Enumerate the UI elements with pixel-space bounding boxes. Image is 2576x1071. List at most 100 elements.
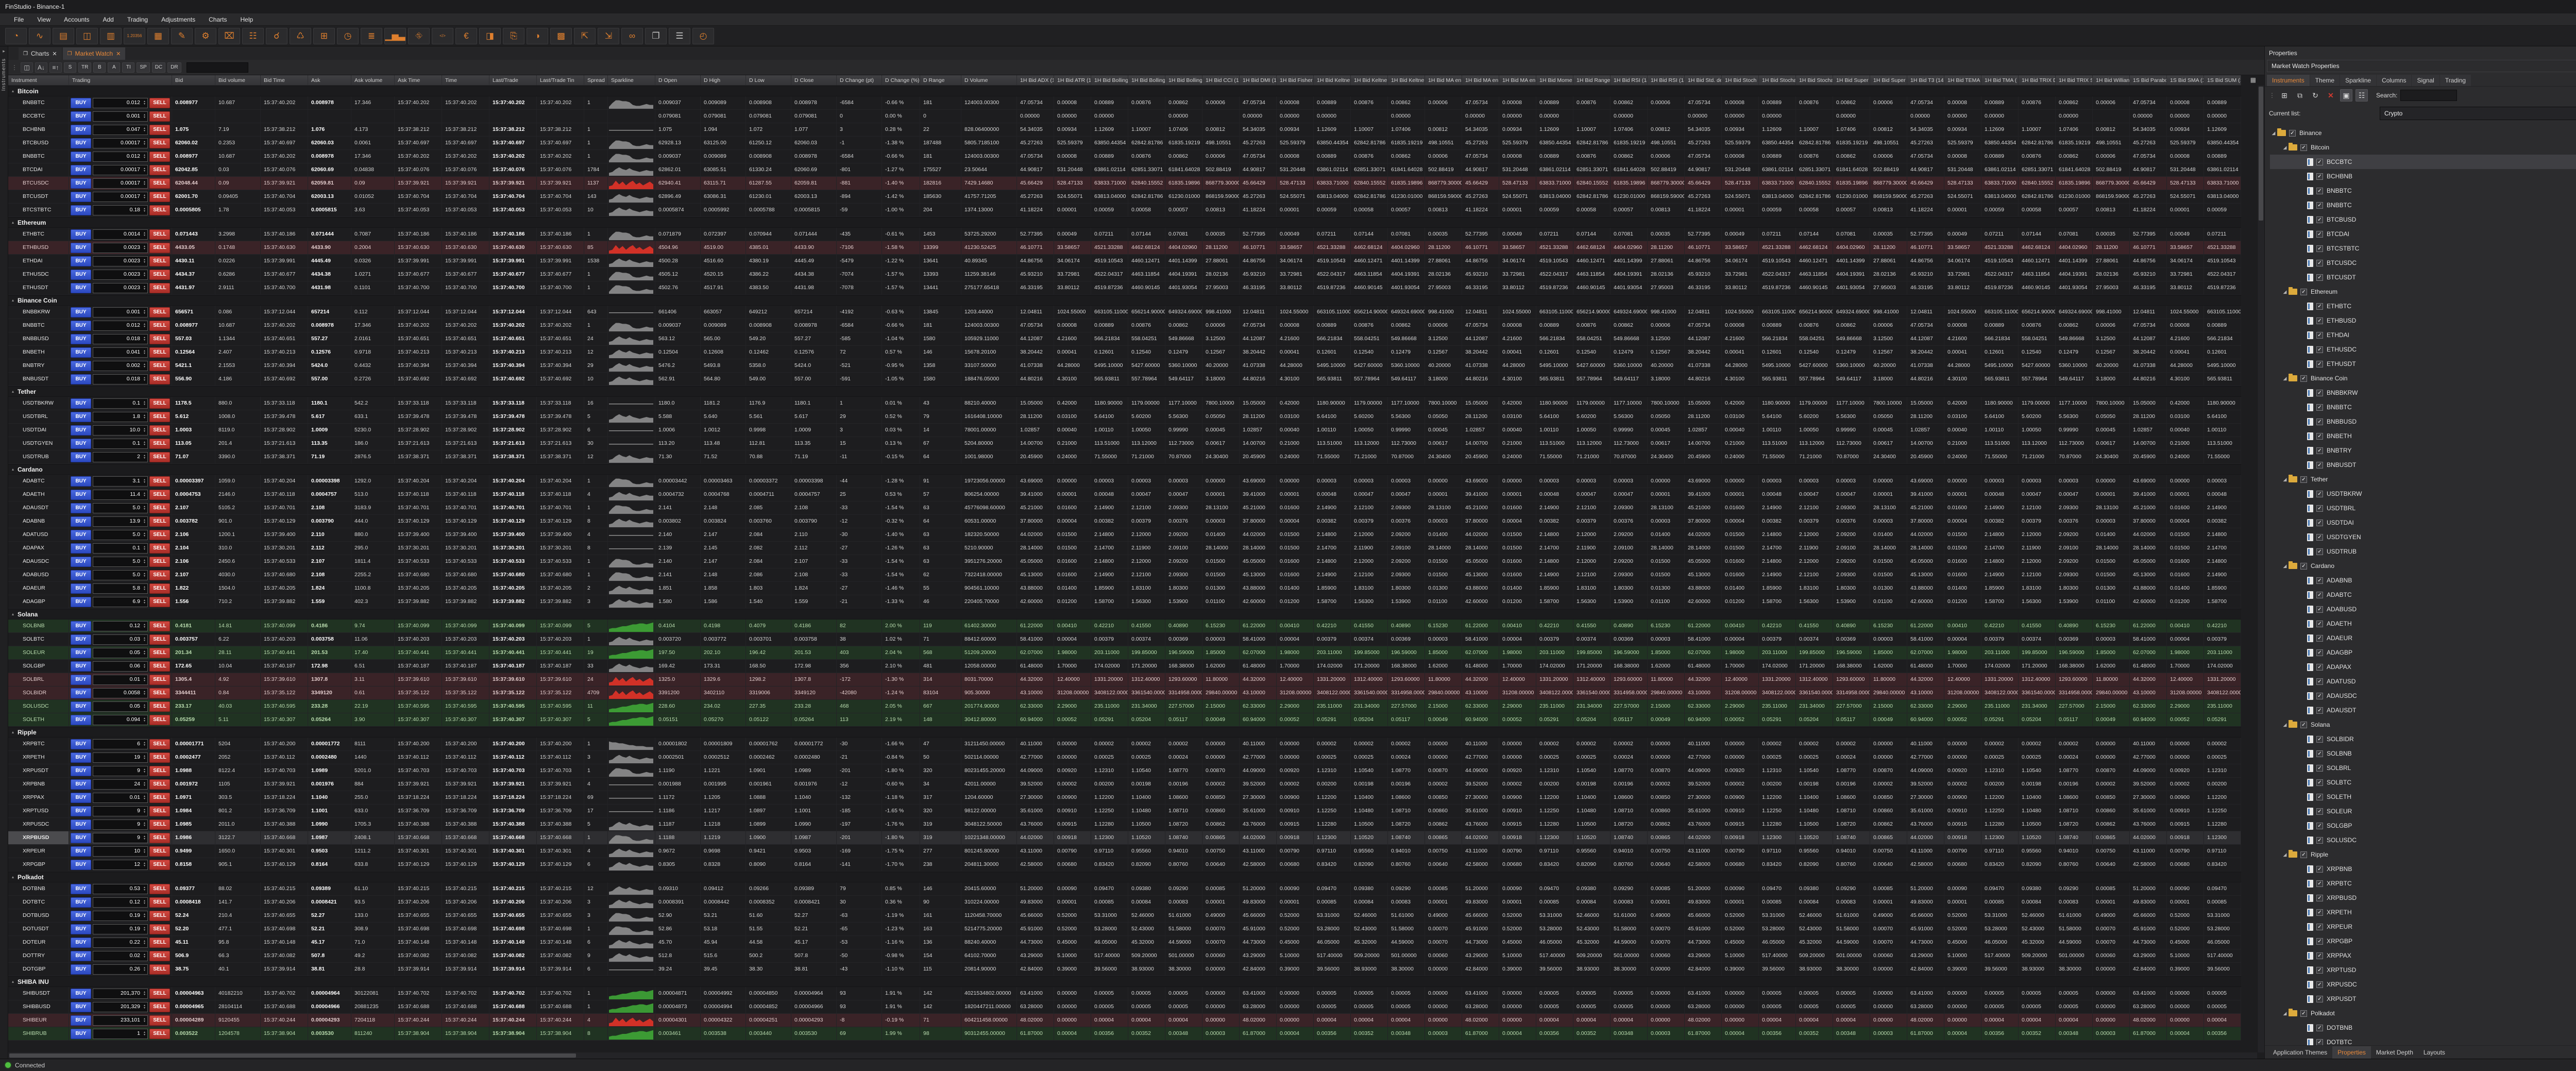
stepper-arrows-icon[interactable]: ▲▼ [142,455,147,460]
buy-button[interactable]: BUY [71,766,91,776]
table-row[interactable]: DOTBTCBUY0.12▲▼SELL0.0008418141.715:37:4… [8,896,2241,909]
import-icon[interactable]: ⇲ [598,28,619,44]
column-header[interactable]: 1H Bid DMI (1 [1240,75,1277,85]
tree-node-polkadot[interactable]: ◢✓Polkadot✕ [2270,1006,2576,1020]
table-row[interactable]: ADAGBPBUY6.9▲▼SELL1.556710.215:37:39.882… [8,595,2241,609]
tree-item-ethusdt[interactable]: ✓ETHUSDT✕ [2270,357,2576,371]
checkbox-checked[interactable]: ✓ [2316,447,2323,454]
column-header[interactable]: Last/Trade Tin [537,75,584,85]
quantity-stepper[interactable]: 6.9▲▼ [93,597,148,607]
stepper-arrows-icon[interactable]: ▲▼ [142,363,147,369]
quantity-stepper[interactable]: 0.041▲▼ [93,347,148,358]
column-header[interactable]: 1H Bid MA en [1462,75,1499,85]
sell-button[interactable]: SELL [149,503,170,513]
stepper-arrows-icon[interactable]: ▲▼ [142,546,147,551]
quantity-stepper[interactable]: 9▲▼ [93,833,148,843]
table-row[interactable]: SHIBRUBBUY1▲▼SELL0.003522120457815:37:38… [8,1027,2241,1041]
checkbox-checked[interactable]: ✓ [2316,1039,2323,1046]
buy-button[interactable]: BUY [71,846,91,857]
tree-item-xrpgbp[interactable]: ✓XRPGBP✕ [2270,934,2576,948]
column-header[interactable]: 1H Bid Keltne [1351,75,1388,85]
tree-item-solusdc[interactable]: ✓SOLUSDC✕ [2270,833,2576,847]
stepper-arrows-icon[interactable]: ▲▼ [142,506,147,511]
chart-add-icon[interactable]: ∿ [29,28,50,44]
checkbox-checked[interactable]: ✓ [2316,159,2323,165]
quantity-stepper[interactable]: 0.01▲▼ [93,793,148,803]
layout-add-icon[interactable]: ▤ [53,28,74,44]
tree-item-adausdt[interactable]: ✓ADAUSDT✕ [2270,703,2576,717]
sell-button[interactable]: SELL [149,283,170,293]
checkbox-checked[interactable]: ✓ [2316,231,2323,238]
checkbox-checked[interactable]: ✓ [2316,909,2323,916]
stepper-arrows-icon[interactable]: ▲▼ [142,913,147,918]
sell-button[interactable]: SELL [149,476,170,487]
window-gray-icon[interactable]: ❐ [645,28,667,44]
table-row[interactable]: BNBUSDTBUY0.018▲▼SELL556.904.18615:37:40… [8,373,2241,386]
checkbox-checked[interactable]: ✓ [2316,188,2323,194]
quantity-stepper[interactable]: 5.0▲▼ [93,557,148,567]
menu-item-trading[interactable]: Trading [121,14,155,25]
buy-button[interactable]: BUY [71,648,91,658]
quantity-stepper[interactable]: 9▲▼ [93,819,148,830]
column-header[interactable]: 1H Bid TMA ( [1981,75,2019,85]
checkbox-checked[interactable]: ✓ [2316,952,2323,959]
bottom-tab-properties[interactable]: Properties [2332,1046,2371,1059]
checkbox-checked[interactable]: ✓ [2316,404,2323,411]
checkbox-checked[interactable]: ✓ [2316,462,2323,468]
filter-button-a[interactable]: A [108,62,120,73]
current-list-select[interactable]: Crypto ▼ [2380,107,2576,120]
buy-button[interactable]: BUY [71,833,91,843]
table-row[interactable]: ADAUSDTBUY5.0▲▼SELL2.1075105.215:37:40.7… [8,501,2241,515]
quantity-stepper[interactable]: 233,101▲▼ [93,1015,148,1026]
stepper-arrows-icon[interactable]: ▲▼ [142,441,147,446]
menu-item-help[interactable]: Help [233,14,260,25]
quantity-stepper[interactable]: 0.001▲▼ [93,307,148,317]
table-row[interactable]: BTCUSDTBUY0.00017▲▼SELL62001.700.0940515… [8,190,2241,204]
column-header[interactable]: 1H Bid ATR (1. [1054,75,1091,85]
column-header[interactable]: 1H Bid TRIX D [2019,75,2056,85]
stepper-arrows-icon[interactable]: ▲▼ [142,168,147,173]
quantity-stepper[interactable]: 5.0▲▼ [93,503,148,513]
group-header-bitcoin[interactable]: ▴Bitcoin [8,86,2241,96]
clock-icon[interactable]: ◴ [692,28,714,44]
column-header[interactable]: D High [701,75,746,85]
buy-button[interactable]: BUY [71,256,91,266]
save-icon[interactable]: ⌧ [218,28,240,44]
stepper-arrows-icon[interactable]: ▲▼ [142,664,147,669]
column-header[interactable]: Last/Trade [489,75,537,85]
checkbox-checked[interactable]: ✓ [2316,332,2323,339]
checkbox-checked[interactable]: ✓ [2316,880,2323,887]
sell-button[interactable]: SELL [149,793,170,803]
buy-button[interactable]: BUY [71,307,91,317]
sell-button[interactable]: SELL [149,938,170,948]
expand-arrow-icon[interactable]: ◢ [2281,145,2289,150]
stepper-arrows-icon[interactable]: ▲▼ [142,967,147,972]
stepper-arrows-icon[interactable]: ▲▼ [142,599,147,605]
group-header-polkadot[interactable]: ▴Polkadot [8,872,2241,882]
checkbox-checked[interactable]: ✓ [2316,895,2323,901]
tree-item-bnbusdt[interactable]: ✓BNBUSDT✕ [2270,458,2576,472]
tree-item-btcbusd[interactable]: ✓BTCBUSD✕ [2270,212,2576,227]
sort-lines-icon[interactable]: ≡↑ [49,62,62,73]
buy-button[interactable]: BUY [71,412,91,422]
sell-button[interactable]: SELL [149,412,170,422]
quantity-stepper[interactable]: 0.1▲▼ [93,543,148,554]
sell-button[interactable]: SELL [149,951,170,961]
doc-gear-icon[interactable]: ⎘ [503,28,524,44]
checkbox-checked[interactable]: ✓ [2316,505,2323,512]
instrument-filter-input[interactable] [187,62,248,73]
sell-button[interactable]: SELL [149,557,170,567]
table-row[interactable]: BTCBUSDBUY0.00017▲▼SELL62060.020.235315:… [8,137,2241,150]
tree-item-dotbnb[interactable]: ✓DOTBNB✕ [2270,1020,2576,1035]
stepper-arrows-icon[interactable]: ▲▼ [142,181,147,186]
quantity-stepper[interactable]: 0.18▲▼ [93,205,148,215]
buy-button[interactable]: BUY [71,152,91,162]
stepper-arrows-icon[interactable]: ▲▼ [142,323,147,328]
column-header[interactable]: Bid volume [215,75,261,85]
stepper-arrows-icon[interactable]: ▲▼ [142,272,147,277]
buy-button[interactable]: BUY [71,793,91,803]
stepper-arrows-icon[interactable]: ▲▼ [142,782,147,787]
quantity-stepper[interactable]: 0.0014▲▼ [93,229,148,240]
table-row[interactable]: ETHBTCBUY0.0014▲▼SELL0.0714433.299815:37… [8,228,2241,241]
table-row[interactable]: BCCBTCBUY0.001▲▼SELL0.0790810.0790810.07… [8,110,2241,123]
